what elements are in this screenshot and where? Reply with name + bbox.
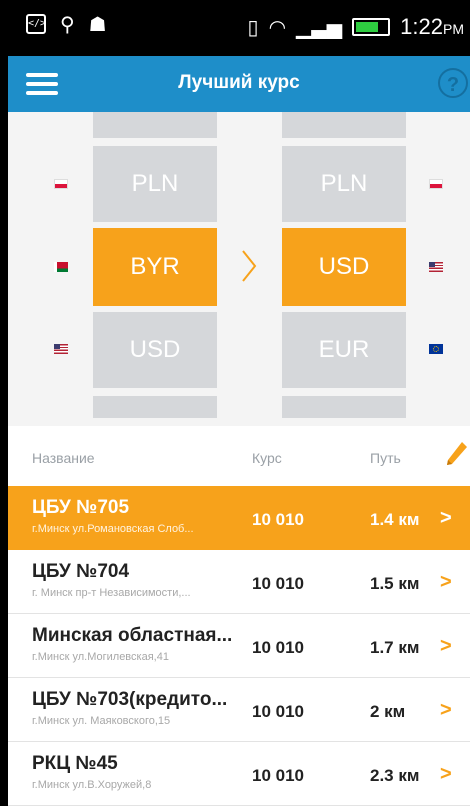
vibrate-icon: ▯ [247, 15, 259, 39]
app-bar: Лучший курс ? [8, 56, 470, 112]
branch-rate: 10 010 [252, 702, 304, 721]
from-currency-selected[interactable]: BYR [93, 228, 217, 306]
status-time: 1:22PM [400, 14, 464, 39]
branch-rate: 10 010 [252, 638, 304, 657]
column-header-name[interactable]: Название [32, 450, 95, 466]
arrow-right-icon [242, 250, 257, 282]
flag-poland-icon [429, 179, 443, 189]
flag-poland-icon [54, 179, 68, 189]
from-currency-wheel[interactable]: PLN BYR USD [93, 112, 217, 426]
branch-distance: 1.5 км [370, 574, 420, 593]
list-item[interactable]: ЦБУ №705 г.Минск ул.Романовская Слоб... … [8, 486, 470, 550]
to-currency-option[interactable]: EUR [282, 312, 406, 388]
currency-wheel-edge [93, 396, 217, 418]
to-currency-selected[interactable]: USD [282, 228, 406, 306]
flag-belarus-icon [54, 262, 68, 272]
flag-eu-icon [429, 344, 443, 354]
help-icon[interactable]: ? [438, 68, 468, 98]
flag-usa-icon [54, 344, 68, 354]
branch-distance: 2.3 км [370, 766, 420, 785]
flag-usa-icon [429, 262, 443, 272]
status-bar-notifications: </> ⚲ ☗ [26, 14, 107, 34]
battery-icon [352, 18, 391, 36]
branch-address: г. Минск пр-т Независимости,... [32, 587, 191, 599]
branch-rate: 10 010 [252, 510, 304, 529]
chevron-right-icon: > [440, 699, 452, 721]
branch-distance: 1.4 км [370, 510, 420, 529]
to-currency-option[interactable]: PLN [282, 146, 406, 222]
branch-distance: 2 км [370, 702, 406, 721]
wifi-icon: ◠ [268, 15, 287, 39]
branch-address: г.Минск ул.В.Хоружей,8 [32, 779, 152, 791]
list-item[interactable]: ЦБУ №704 г. Минск пр-т Независимости,...… [8, 550, 470, 614]
signal-icon: ▁▃▅ [296, 15, 343, 39]
page-title: Лучший курс [178, 72, 300, 93]
chevron-right-icon: > [440, 571, 452, 593]
chevron-right-icon: > [440, 507, 452, 529]
chevron-right-icon: > [440, 635, 452, 657]
branch-address: г.Минск ул.Романовская Слоб... [32, 523, 194, 535]
currency-wheel-edge [282, 396, 406, 418]
from-currency-option[interactable]: USD [93, 312, 217, 388]
branch-address: г.Минск ул. Маяковского,15 [32, 715, 171, 727]
usb-icon: ⚲ [60, 12, 75, 36]
branch-name: Минская областная... [32, 625, 233, 646]
column-header-path[interactable]: Путь [370, 450, 401, 466]
branch-rate: 10 010 [252, 766, 304, 785]
column-header-rate[interactable]: Курс [252, 450, 282, 466]
branch-name: РКЦ №45 [32, 753, 118, 774]
currency-picker: PLN BYR USD PLN USD EUR [8, 112, 470, 426]
from-currency-option[interactable]: PLN [93, 146, 217, 222]
chevron-right-icon: > [440, 763, 452, 785]
list-item[interactable]: ЦБУ №703(кредито... г.Минск ул. Маяковск… [8, 678, 470, 742]
branch-rate: 10 010 [252, 574, 304, 593]
currency-wheel-edge [282, 112, 406, 138]
branch-distance: 1.7 км [370, 638, 420, 657]
code-notification-icon: </> [26, 14, 46, 34]
pencil-icon[interactable] [444, 440, 468, 470]
branch-name: ЦБУ №703(кредито... [32, 689, 228, 710]
list-item[interactable]: РКЦ №45 г.Минск ул.В.Хоружей,8 10 010 2.… [8, 742, 470, 806]
list-item[interactable]: Минская областная... г.Минск ул.Могилевс… [8, 614, 470, 678]
currency-wheel-edge [93, 112, 217, 138]
status-bar-system: ▯ ◠ ▁▃▅ 1:22PM [248, 14, 464, 40]
to-currency-wheel[interactable]: PLN USD EUR [282, 112, 406, 426]
list-header: Название Курс Путь [8, 426, 470, 486]
branch-name: ЦБУ №705 [32, 497, 130, 518]
android-icon: ☗ [88, 12, 107, 36]
branch-name: ЦБУ №704 [32, 561, 130, 582]
branch-address: г.Минск ул.Могилевская,41 [32, 651, 169, 663]
status-bar: </> ⚲ ☗ ▯ ◠ ▁▃▅ 1:22PM [8, 0, 470, 56]
phone-screen: </> ⚲ ☗ ▯ ◠ ▁▃▅ 1:22PM Лучший курс ? PLN… [8, 0, 470, 806]
